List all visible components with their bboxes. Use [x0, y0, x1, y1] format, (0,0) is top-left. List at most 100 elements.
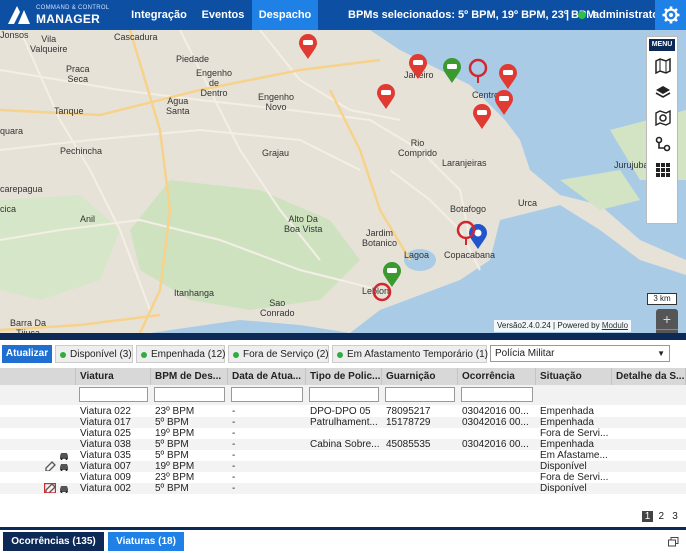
column-header[interactable]: Ocorrência	[458, 368, 536, 385]
column-header[interactable]: Detalhe da S...	[612, 368, 686, 385]
row-actions	[0, 483, 76, 494]
settings-button[interactable]	[655, 0, 686, 30]
table-cell: 23º BPM	[155, 472, 195, 483]
table-header-row: Viatura BPM de Des... Data de Atua... Ti…	[0, 368, 686, 385]
column-header[interactable]: Situação	[536, 368, 612, 385]
logo-subtitle: COMMAND & CONTROL	[36, 5, 110, 11]
table-row[interactable]: Viatura 022 23º BPM - DPO-DPO 05 78095217 030…	[0, 406, 686, 417]
tab-ocorrencias[interactable]: Ocorrências (135)	[3, 532, 104, 551]
vehicle-marker[interactable]	[298, 34, 318, 60]
powered-by-link[interactable]: Modulo	[602, 321, 628, 330]
table-row[interactable]: Viatura 007 19º BPM - Disponível	[0, 461, 686, 472]
selected-marker[interactable]	[456, 220, 476, 246]
row-actions	[0, 417, 76, 428]
nav-tab-despacho[interactable]: Despacho	[252, 0, 318, 30]
table-cell: 15178729	[386, 417, 431, 428]
dropdown-arrow-icon: ▼	[657, 349, 665, 358]
table-cell: Viatura 017	[80, 417, 131, 428]
table-row[interactable]: Viatura 017 5º BPM - Patrulhament... 1517872…	[0, 417, 686, 428]
refresh-button[interactable]: Atualizar	[2, 345, 52, 363]
table-cell	[612, 439, 686, 450]
organization-select[interactable]: Polícia Militar ▼	[490, 345, 670, 362]
table-cell: Viatura 002	[80, 483, 131, 494]
table-cell: -	[232, 483, 236, 494]
column-header[interactable]: Guarnição	[382, 368, 458, 385]
filter-fora-de-servico[interactable]: Fora de Serviço (2)	[228, 345, 329, 363]
selected-marker[interactable]	[468, 58, 488, 84]
place-label: cica	[0, 204, 17, 214]
vehicle-marker[interactable]	[472, 104, 492, 130]
selected-marker[interactable]	[372, 282, 392, 308]
filter-empenhada[interactable]: Empenhada (12)	[136, 345, 226, 363]
place-label: Urca	[518, 198, 538, 208]
grid-icon	[656, 163, 670, 177]
table-cell: Empenhada	[540, 406, 594, 417]
map-search-button[interactable]	[647, 105, 679, 131]
column-header[interactable]: Viatura	[76, 368, 151, 385]
column-header[interactable]: BPM de Des...	[151, 368, 228, 385]
grid-button[interactable]	[647, 157, 679, 183]
table-row[interactable]: Viatura 009 23º BPM - Fora de Servi...	[0, 472, 686, 483]
tab-viaturas[interactable]: Viaturas (18)	[108, 532, 184, 551]
table-cell	[458, 450, 536, 461]
table-row[interactable]: Viatura 035 5º BPM - Em Afastame...	[0, 450, 686, 461]
map-tool-button[interactable]	[647, 53, 679, 79]
nav-tab-eventos[interactable]: Eventos	[196, 0, 250, 30]
guarnicao-filter-input[interactable]	[385, 387, 455, 402]
username[interactable]: administrator	[593, 0, 663, 30]
route-button[interactable]	[647, 131, 679, 157]
table-row[interactable]: Viatura 002 5º BPM - Disponível	[0, 483, 686, 494]
filter-disponivel[interactable]: Disponível (3)	[55, 345, 133, 363]
bpm-selection-text[interactable]: BPMs selecionados: 5º BPM, 19º BPM, 23º …	[348, 0, 595, 30]
column-header[interactable]: Tipo de Polic...	[306, 368, 382, 385]
bottom-tab-bar: Ocorrências (135) Viaturas (18)	[0, 530, 686, 553]
map-icon	[655, 58, 671, 74]
dispatch-map[interactable]: Jonsos Vila Valqueire Cascadura Piedade …	[0, 30, 686, 333]
table-row[interactable]: Viatura 025 19º BPM - Fora de Servi...	[0, 428, 686, 439]
restore-window-icon[interactable]	[668, 537, 679, 547]
vehicle-marker[interactable]	[408, 54, 428, 80]
vehicle-icon[interactable]	[58, 461, 70, 471]
table-cell: Viatura 007	[80, 461, 131, 472]
table-cell: 5º BPM	[155, 439, 189, 450]
place-label: Praca Seca	[66, 64, 90, 84]
table-cell	[458, 428, 536, 439]
locate-on-map-icon[interactable]	[44, 461, 56, 471]
data-filter-input[interactable]	[231, 387, 303, 402]
locate-on-map-icon-selected[interactable]	[44, 483, 56, 493]
place-label: Laranjeiras	[442, 158, 487, 168]
table-cell: 19º BPM	[155, 461, 195, 472]
vehicle-marker[interactable]	[376, 84, 396, 110]
vehicle-marker[interactable]	[498, 64, 518, 90]
row-actions	[0, 472, 76, 483]
tipo-filter-input[interactable]	[309, 387, 379, 402]
vehicle-icon[interactable]	[58, 483, 70, 493]
bpm-filter-input[interactable]	[154, 387, 225, 402]
layers-button[interactable]	[647, 79, 679, 105]
filter-afastamento[interactable]: Em Afastamento Temporário (1)	[332, 345, 488, 363]
table-cell	[612, 428, 686, 439]
table-cell: 5º BPM	[155, 483, 189, 494]
table-cell: -	[232, 450, 236, 461]
zoom-control: + −	[656, 309, 678, 333]
viatura-filter-input[interactable]	[79, 387, 148, 402]
vehicle-marker[interactable]	[494, 90, 514, 116]
app-logo[interactable]: COMMAND & CONTROL MANAGER	[6, 4, 110, 26]
table-cell: Fora de Servi...	[540, 428, 609, 439]
panel-divider[interactable]	[0, 333, 686, 340]
table-row[interactable]: Viatura 038 5º BPM - Cabina Sobre... 4508553…	[0, 439, 686, 450]
table-cell	[382, 483, 458, 494]
page-1[interactable]: 1	[642, 511, 653, 522]
place-label: Cascadura	[114, 32, 158, 42]
table-cell: -	[232, 406, 236, 417]
vehicle-marker[interactable]	[442, 58, 462, 84]
vehicle-icon[interactable]	[58, 450, 70, 460]
map-menu: MENU	[646, 36, 678, 224]
column-header	[0, 368, 76, 385]
column-header[interactable]: Data de Atua...	[228, 368, 306, 385]
zoom-in-button[interactable]: +	[656, 309, 678, 330]
nav-tab-integracao[interactable]: Integração	[126, 0, 192, 30]
page-3[interactable]: 3	[670, 511, 681, 522]
ocorrencia-filter-input[interactable]	[461, 387, 533, 402]
page-2[interactable]: 2	[656, 511, 667, 522]
